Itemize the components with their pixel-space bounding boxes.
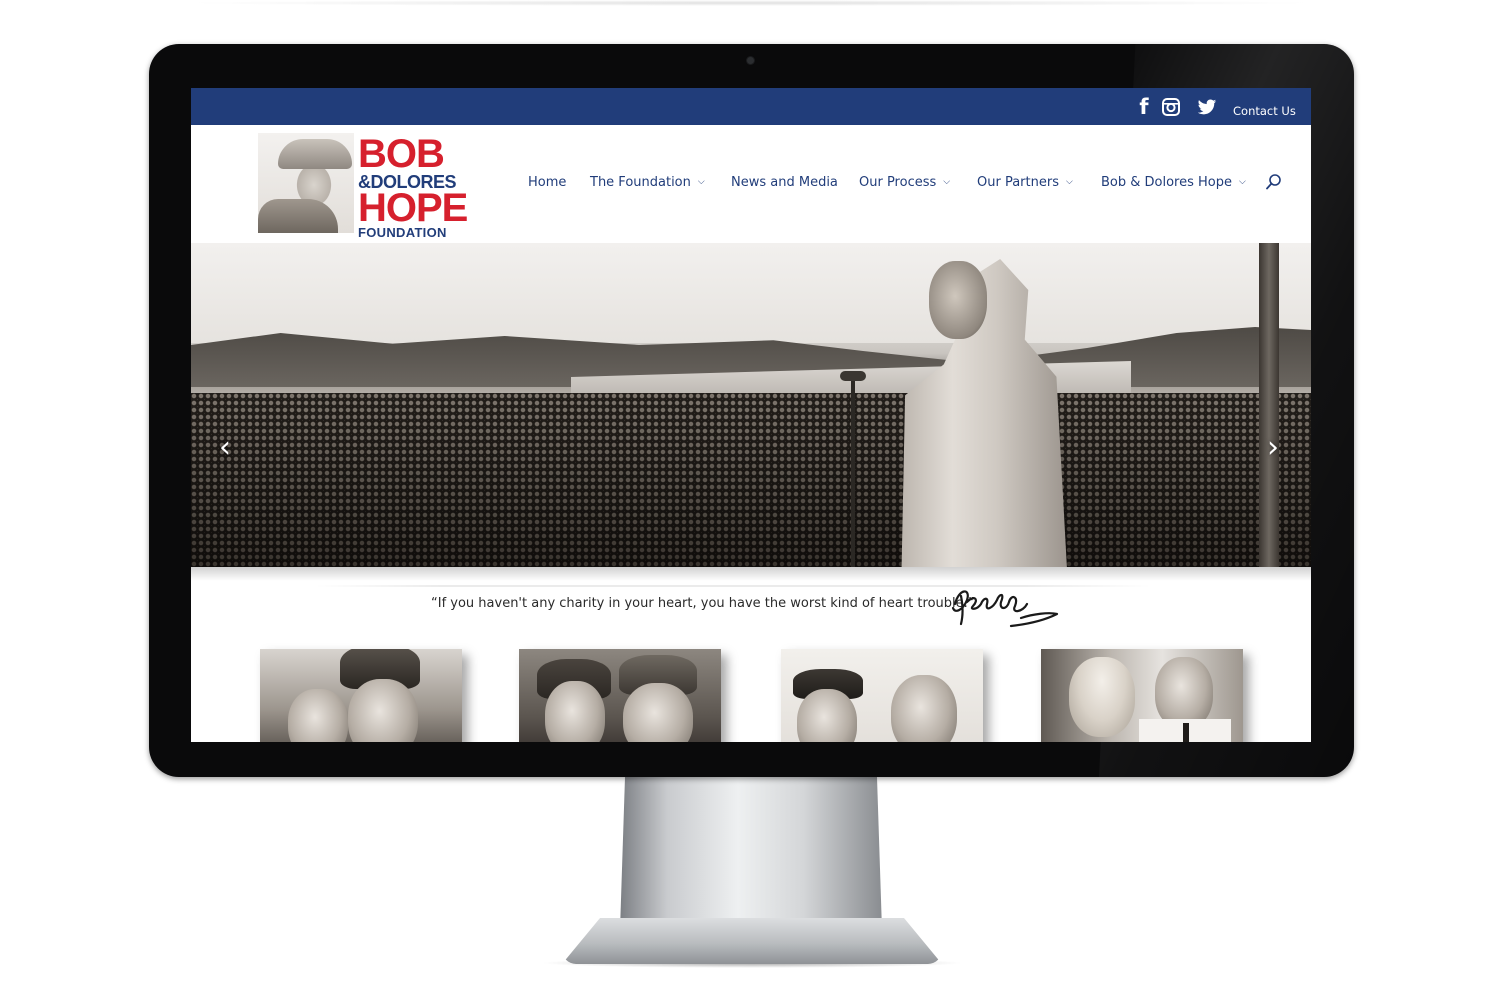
- nav-item-label: The Foundation: [590, 174, 691, 190]
- thumbnail-4-tie: [1183, 723, 1189, 742]
- hero-image-microphone: [840, 371, 866, 381]
- logo-line-hope: HOPE: [358, 186, 468, 230]
- logo-portrait: [258, 133, 354, 233]
- chevron-down-icon: ⌵: [1065, 177, 1073, 187]
- hope-quote: “If you haven't any charity in your hear…: [431, 596, 975, 611]
- camera-icon: [747, 57, 754, 64]
- nav-item-home[interactable]: Home: [528, 171, 566, 193]
- top-bar: f Contact Us: [191, 88, 1311, 125]
- chevron-down-icon: ⌵: [697, 177, 705, 187]
- chevron-down-icon: ⌵: [943, 177, 951, 187]
- nav-item-label: Our Partners: [977, 174, 1059, 190]
- bob-hope-signature: [951, 590, 1059, 628]
- logo-line-bob: BOB: [358, 132, 445, 176]
- nav-item-news-and-media[interactable]: News and Media: [731, 171, 838, 193]
- thumbnail-1[interactable]: [260, 649, 462, 742]
- logo-cap-shape: [278, 139, 352, 169]
- thumbnail-2[interactable]: [519, 649, 721, 742]
- chevron-right-icon[interactable]: ›: [1267, 433, 1279, 463]
- hero-image-performer-head: [929, 261, 987, 339]
- monitor-stand-base: [562, 918, 942, 964]
- facebook-icon[interactable]: f: [1136, 95, 1152, 119]
- hero-image-pole: [1259, 243, 1279, 567]
- site-logo[interactable]: BOB &DOLORES HOPE FOUNDATION: [258, 133, 468, 240]
- nav-item-label: Home: [528, 174, 567, 190]
- logo-shoulders-shape: [258, 199, 338, 233]
- instagram-icon[interactable]: [1162, 96, 1180, 118]
- contact-us-link[interactable]: Contact Us: [1233, 104, 1296, 118]
- nav-item-our-partners[interactable]: Our Partners ⌵: [977, 171, 1073, 193]
- thumbnail-3[interactable]: [781, 649, 983, 742]
- hero-bottom-shadow: [191, 567, 1311, 581]
- twitter-icon[interactable]: [1196, 96, 1218, 118]
- hero-image-sky: [191, 243, 1311, 343]
- search-icon[interactable]: [1265, 173, 1283, 191]
- nav-item-label: Our Process: [859, 174, 937, 190]
- monitor-stand-neck: [620, 770, 882, 930]
- nav-item-label: News and Media: [731, 174, 838, 190]
- logo-text: BOB &DOLORES HOPE FOUNDATION: [358, 132, 470, 240]
- hero-image-crowd: [191, 393, 1311, 567]
- chevron-down-icon: ⌵: [1239, 177, 1246, 187]
- hero-image-microphone-stand: [851, 379, 855, 567]
- thumbnail-4[interactable]: [1041, 649, 1243, 742]
- hero-slider: ‹ ›: [191, 243, 1311, 567]
- site-header: BOB &DOLORES HOPE FOUNDATION Home The Fo…: [191, 125, 1311, 243]
- nav-item-bob-dolores-hope[interactable]: Bob & Dolores Hope ⌵: [1101, 171, 1246, 193]
- nav-item-the-foundation[interactable]: The Foundation ⌵: [590, 171, 705, 193]
- website-screen: f Contact Us BOB &DOLORES HOPE FOUNDATIO…: [191, 88, 1311, 742]
- background-shadow: [180, 0, 1320, 6]
- chevron-left-icon[interactable]: ‹: [219, 433, 231, 463]
- nav-item-label: Bob & Dolores Hope: [1101, 174, 1232, 190]
- nav-item-our-process[interactable]: Our Process ⌵: [859, 171, 950, 193]
